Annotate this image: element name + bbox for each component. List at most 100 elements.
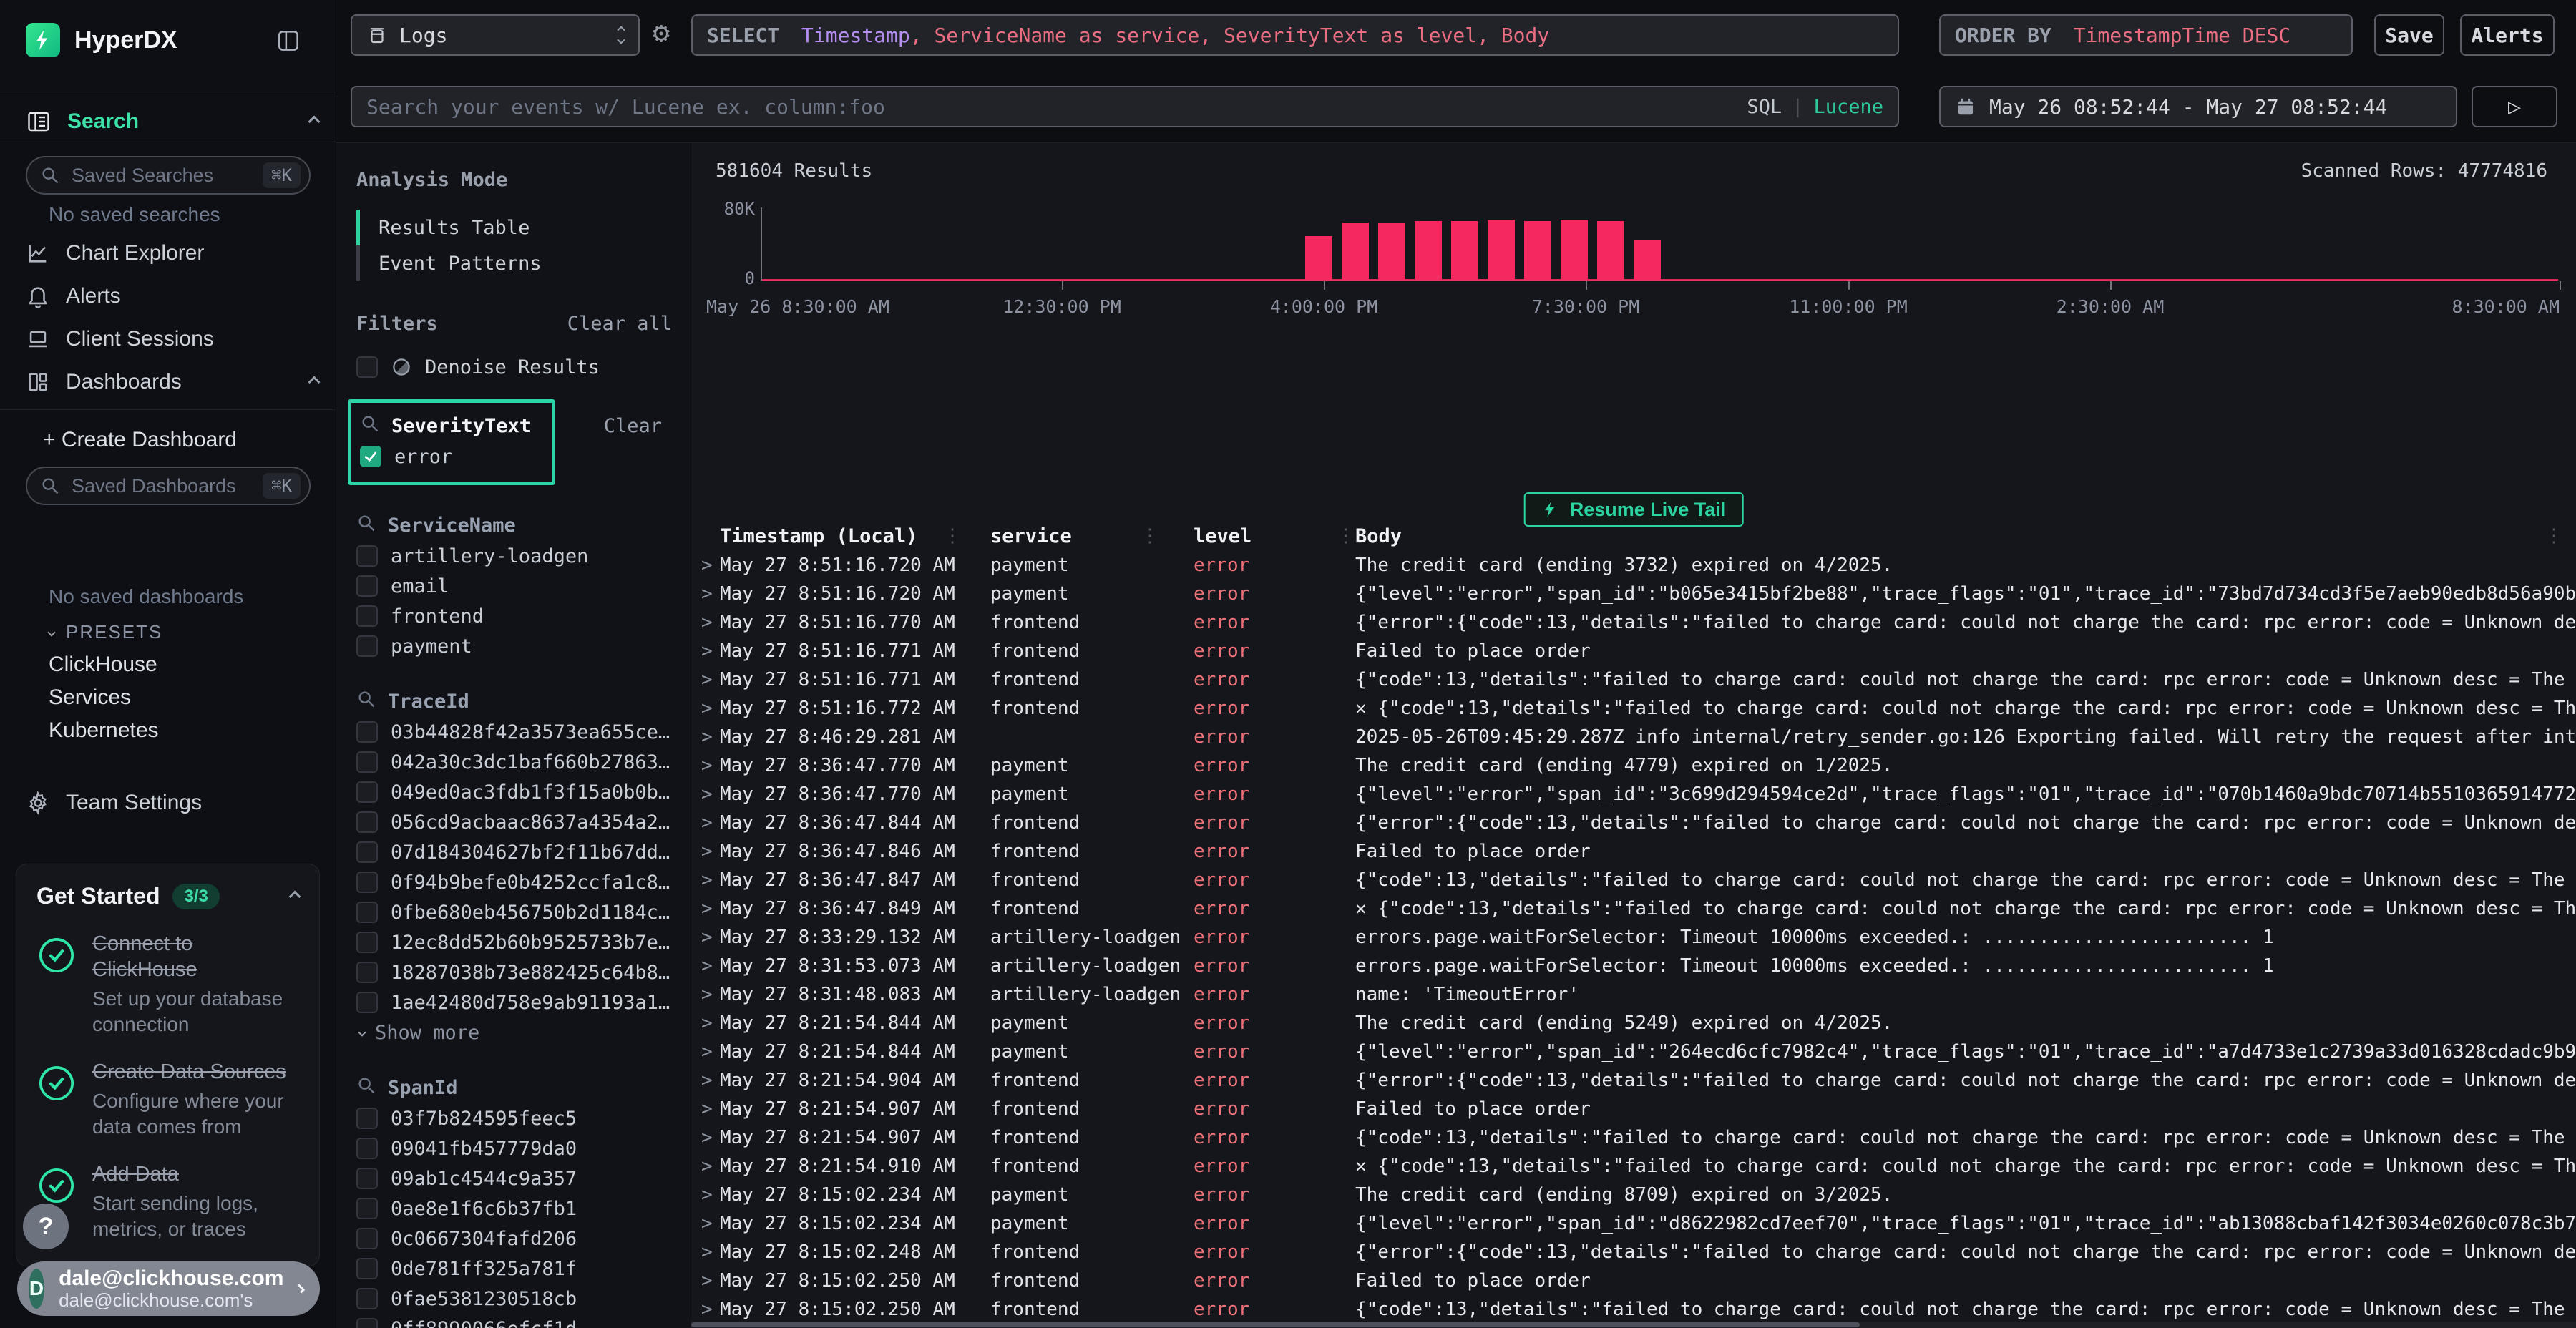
sidebar-item-search[interactable]: Search: [26, 102, 318, 142]
chart-bar[interactable]: [1524, 221, 1551, 280]
sidebar-item-team-settings[interactable]: Team Settings: [26, 784, 318, 821]
filter-item[interactable]: 12ec8dd52b60b9525733b7e…: [356, 927, 672, 957]
filter-item[interactable]: 0c0667304fafd206: [356, 1224, 672, 1254]
create-dashboard-button[interactable]: + Create Dashboard: [43, 428, 237, 452]
checkbox[interactable]: [356, 1108, 378, 1129]
checkbox[interactable]: [356, 356, 378, 378]
filter-item[interactable]: 0fbe680eb456750b2d1184c…: [356, 897, 672, 927]
saved-searches-input[interactable]: Saved Searches ⌘K: [26, 156, 311, 195]
checkbox[interactable]: [356, 605, 378, 627]
saved-dashboards-input[interactable]: Saved Dashboards ⌘K: [26, 467, 311, 505]
filter-item[interactable]: artillery-loadgen: [356, 541, 672, 571]
filter-clear-button[interactable]: Clear: [604, 415, 662, 437]
table-row[interactable]: >May 27 8:36:47.847 AMfrontenderror{"cod…: [691, 866, 2576, 894]
filter-item[interactable]: 03b44828f42a3573ea655ce…: [356, 717, 672, 747]
table-row[interactable]: >May 27 8:36:47.849 AMfrontenderror✕ {"c…: [691, 894, 2576, 923]
filter-item[interactable]: error: [360, 441, 543, 472]
user-menu[interactable]: D dale@clickhouse.com dale@clickhouse.co…: [17, 1261, 320, 1316]
table-row[interactable]: >May 27 8:15:02.250 AMfrontenderror{"cod…: [691, 1295, 2576, 1321]
get-started-step[interactable]: Add DataStart sending logs, metrics, or …: [36, 1161, 299, 1242]
table-row[interactable]: >May 27 8:51:16.772 AMfrontenderror✕ {"c…: [691, 694, 2576, 723]
filter-item[interactable]: 0de781ff325a781f: [356, 1254, 672, 1284]
table-row[interactable]: >May 27 8:31:53.073 AMartillery-loadgene…: [691, 952, 2576, 980]
sidebar-item-preset[interactable]: Services: [49, 685, 131, 710]
filter-item[interactable]: email: [356, 571, 672, 601]
results-histogram[interactable]: 80K 0 May 26 8:30:00 AM12:30:00 PM4:00:0…: [761, 208, 2558, 281]
filter-item[interactable]: 09041fb457779da0: [356, 1133, 672, 1163]
save-button[interactable]: Save: [2374, 14, 2444, 56]
filter-item[interactable]: 0f94b9befe0b4252ccfa1c8…: [356, 867, 672, 897]
source-settings-gear-icon[interactable]: ⚙: [653, 19, 670, 47]
col-body[interactable]: Body: [1355, 525, 2576, 547]
denoise-results-toggle[interactable]: Denoise Results: [356, 351, 672, 384]
chart-bar[interactable]: [1488, 220, 1515, 280]
checkbox[interactable]: [356, 721, 378, 743]
chart-bar[interactable]: [1415, 221, 1442, 280]
chart-bar[interactable]: [1342, 223, 1369, 280]
checkbox[interactable]: [356, 751, 378, 773]
filter-item[interactable]: 07d184304627bf2f11b67dd…: [356, 837, 672, 867]
checkbox[interactable]: [356, 781, 378, 803]
checkbox[interactable]: [356, 1198, 378, 1219]
checkbox[interactable]: [356, 545, 378, 567]
filter-item[interactable]: 0ae8e1f6c6b37fb1: [356, 1193, 672, 1224]
presets-section[interactable]: PRESETS: [49, 621, 162, 643]
table-row[interactable]: >May 27 8:51:16.720 AMpaymenterrorThe cr…: [691, 551, 2576, 580]
table-row[interactable]: >May 27 8:51:16.771 AMfrontenderrorFaile…: [691, 637, 2576, 665]
checkbox[interactable]: [356, 962, 378, 983]
checkbox[interactable]: [356, 1258, 378, 1279]
lucene-search-input[interactable]: Search your events w/ Lucene ex. column:…: [351, 86, 1899, 127]
filter-item[interactable]: 18287038b73e882425c64b8…: [356, 957, 672, 987]
time-range-picker[interactable]: May 26 08:52:44 - May 27 08:52:44: [1939, 86, 2457, 127]
table-row[interactable]: >May 27 8:33:29.132 AMartillery-loadgene…: [691, 923, 2576, 952]
table-row[interactable]: >May 27 8:21:54.910 AMfrontenderror✕ {"c…: [691, 1152, 2576, 1181]
table-row[interactable]: >May 27 8:15:02.250 AMfrontenderrorFaile…: [691, 1266, 2576, 1295]
chart-bar[interactable]: [1634, 240, 1661, 280]
scrollbar-thumb[interactable]: [691, 1322, 1860, 1327]
get-started-step[interactable]: Connect to ClickHouseSet up your databas…: [36, 931, 299, 1038]
filter-item[interactable]: 1ae42480d758e9ab91193a1…: [356, 987, 672, 1017]
table-row[interactable]: >May 27 8:51:16.770 AMfrontenderror{"err…: [691, 608, 2576, 637]
checkbox[interactable]: [356, 811, 378, 833]
filter-item[interactable]: 056cd9acbaac8637a4354a2…: [356, 807, 672, 837]
filter-item[interactable]: 0ff8990066efcf1d: [356, 1314, 672, 1328]
sidebar-collapse-icon[interactable]: [275, 27, 302, 57]
table-row[interactable]: >May 27 8:15:02.248 AMfrontenderror{"err…: [691, 1238, 2576, 1266]
sidebar-item-chart-explorer[interactable]: Chart Explorer: [26, 235, 318, 272]
checkbox[interactable]: [356, 1168, 378, 1189]
chevron-up-icon[interactable]: [289, 890, 301, 902]
sidebar-item-client-sessions[interactable]: Client Sessions: [26, 321, 318, 358]
table-row[interactable]: >May 27 8:51:16.720 AMpaymenterror{"leve…: [691, 580, 2576, 608]
checkbox[interactable]: [356, 635, 378, 657]
table-row[interactable]: >May 27 8:21:54.904 AMfrontenderror{"err…: [691, 1066, 2576, 1095]
column-resize-handle[interactable]: ⋮: [1141, 525, 1159, 547]
table-row[interactable]: >May 27 8:21:54.907 AMfrontenderror{"cod…: [691, 1123, 2576, 1152]
col-level[interactable]: level: [1194, 525, 1355, 547]
source-select[interactable]: Logs: [351, 14, 640, 56]
table-row[interactable]: >May 27 8:36:47.844 AMfrontenderror{"err…: [691, 809, 2576, 837]
sidebar-item-alerts[interactable]: Alerts: [26, 278, 318, 315]
checkbox[interactable]: [356, 1318, 378, 1328]
sidebar-item-preset[interactable]: Kubernetes: [49, 718, 158, 743]
chart-bar[interactable]: [1597, 221, 1624, 280]
table-row[interactable]: >May 27 8:51:16.771 AMfrontenderror{"cod…: [691, 665, 2576, 694]
filter-item[interactable]: frontend: [356, 601, 672, 631]
filter-item[interactable]: 042a30c3dc1baf660b27863…: [356, 747, 672, 777]
alerts-button[interactable]: Alerts: [2460, 14, 2555, 56]
checkbox[interactable]: [356, 1138, 378, 1159]
column-resize-handle[interactable]: ⋮: [1337, 525, 1355, 547]
table-row[interactable]: >May 27 8:15:02.234 AMpaymenterrorThe cr…: [691, 1181, 2576, 1209]
checkbox[interactable]: [356, 992, 378, 1013]
checkbox[interactable]: [356, 872, 378, 893]
table-row[interactable]: >May 27 8:31:48.083 AMartillery-loadgene…: [691, 980, 2576, 1009]
table-row[interactable]: >May 27 8:36:47.770 AMpaymenterror{"leve…: [691, 780, 2576, 809]
filter-item[interactable]: 03f7b824595feec5: [356, 1103, 672, 1133]
run-search-button[interactable]: ▷: [2472, 86, 2557, 127]
checkbox[interactable]: [360, 446, 381, 467]
table-row[interactable]: >May 27 8:46:29.281 AMerror2025-05-26T09…: [691, 723, 2576, 751]
sidebar-item-preset[interactable]: ClickHouse: [49, 653, 157, 677]
horizontal-scrollbar[interactable]: [691, 1322, 2576, 1328]
checkbox[interactable]: [356, 1288, 378, 1309]
mode-lucene-toggle[interactable]: Lucene: [1813, 96, 1883, 118]
chart-bar[interactable]: [1451, 221, 1478, 280]
